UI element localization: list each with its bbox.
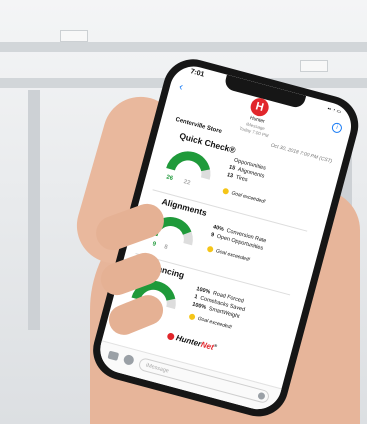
camera-icon[interactable] (107, 350, 120, 361)
stat-value: 40% (212, 224, 225, 233)
smiley-icon (188, 313, 196, 321)
brand-trademark: ® (213, 342, 218, 349)
status-time: 7:01 (189, 68, 205, 79)
ceiling-light (300, 60, 328, 72)
info-icon[interactable]: i (330, 121, 344, 134)
gauge-target: 22 (182, 179, 191, 187)
smiley-icon (222, 187, 230, 195)
garage-post (28, 90, 40, 330)
ceiling-beam (0, 42, 367, 52)
hunter-mark-icon (166, 332, 176, 341)
stat-value: 9 (210, 232, 215, 239)
goal-status: Goal exceeded! (222, 187, 267, 206)
chevron-left-icon[interactable]: ‹ (178, 81, 185, 94)
brand-suffix: Net (199, 339, 215, 352)
ceiling-light (60, 30, 88, 42)
goal-text: Goal exceeded! (215, 248, 251, 264)
gauge-value: 9 (151, 241, 157, 248)
stat-value: 100% (191, 301, 207, 311)
stat-value: 13 (226, 172, 234, 180)
status-icons: ▪▪ ◔ ▭ (326, 105, 342, 116)
stat-value: 1 (193, 293, 199, 301)
stat-value: 15 (228, 164, 236, 172)
stat-value (230, 157, 232, 163)
app-store-icon[interactable] (122, 353, 135, 367)
smiley-icon (206, 245, 214, 253)
stat-label: Tires (235, 174, 249, 184)
goal-text: Goal exceeded! (197, 315, 233, 331)
gauge-target: 8 (163, 244, 169, 251)
goal-status: Goal exceeded! (206, 245, 251, 264)
goal-text: Goal exceeded! (230, 190, 267, 206)
gauge-value: 26 (165, 174, 174, 183)
